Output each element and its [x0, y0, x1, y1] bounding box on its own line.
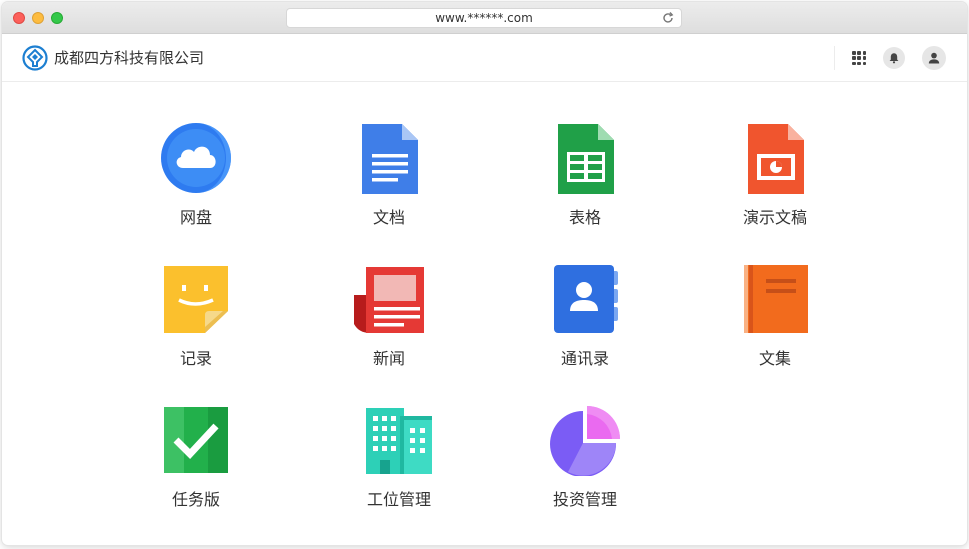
bell-icon [889, 53, 899, 64]
app-label: 投资管理 [552, 490, 617, 509]
header-divider [834, 46, 835, 70]
collection-icon [744, 265, 808, 333]
cloud-drive-icon [161, 123, 231, 193]
app-tile-notes[interactable]: 记录 [131, 263, 261, 373]
app-label: 文集 [758, 349, 791, 368]
browser-window: www.******.com 成都四方科技有限公司 网盘 文档 表格 演示文稿 … [2, 2, 967, 545]
browser-toolbar: www.******.com [2, 2, 967, 34]
tasks-icon [164, 407, 228, 473]
app-tile-cloud-drive[interactable]: 网盘 [131, 122, 261, 232]
app-label: 演示文稿 [742, 208, 807, 227]
url-text: www.******.com [435, 11, 533, 25]
app-label: 工位管理 [366, 490, 431, 509]
contacts-icon [554, 265, 618, 333]
user-menu-button[interactable] [922, 46, 946, 70]
docs-icon [362, 124, 418, 194]
app-header: 成都四方科技有限公司 [2, 34, 967, 82]
app-tile-sheets[interactable]: 表格 [520, 122, 650, 232]
app-tile-news[interactable]: 新闻 [324, 263, 454, 373]
user-icon [928, 52, 940, 64]
company-name[interactable]: 成都四方科技有限公司 [54, 48, 204, 68]
app-label: 任务版 [171, 490, 220, 509]
minimize-window-button[interactable] [32, 12, 44, 24]
app-tile-slides[interactable]: 演示文稿 [710, 122, 840, 232]
app-tile-collection[interactable]: 文集 [710, 263, 840, 373]
app-label: 网盘 [179, 208, 212, 227]
app-tile-workstation[interactable]: 工位管理 [334, 404, 464, 514]
logo-icon[interactable] [22, 45, 48, 71]
app-grid: 网盘 文档 表格 演示文稿 记录 新闻 通讯录 文集 任务版 工位管理 投资管理 [2, 82, 967, 545]
notifications-button[interactable] [883, 47, 905, 69]
news-icon [354, 267, 424, 333]
sheets-icon [558, 124, 614, 194]
app-label: 记录 [179, 349, 212, 368]
app-tile-investment[interactable]: 投资管理 [520, 404, 650, 514]
reload-icon[interactable] [661, 11, 675, 25]
apps-grid-icon[interactable] [851, 50, 867, 66]
app-tile-tasks[interactable]: 任务版 [131, 404, 261, 514]
app-label: 新闻 [372, 349, 405, 368]
app-tile-contacts[interactable]: 通讯录 [520, 263, 650, 373]
app-tile-docs[interactable]: 文档 [324, 122, 454, 232]
address-bar[interactable]: www.******.com [286, 8, 682, 28]
notes-icon [164, 266, 228, 333]
app-label: 通讯录 [560, 349, 609, 368]
maximize-window-button[interactable] [51, 12, 63, 24]
app-label: 文档 [372, 208, 405, 227]
slides-icon [748, 124, 804, 194]
app-label: 表格 [568, 208, 601, 227]
workstation-icon [366, 408, 432, 474]
close-window-button[interactable] [13, 12, 25, 24]
investment-icon [550, 406, 620, 476]
